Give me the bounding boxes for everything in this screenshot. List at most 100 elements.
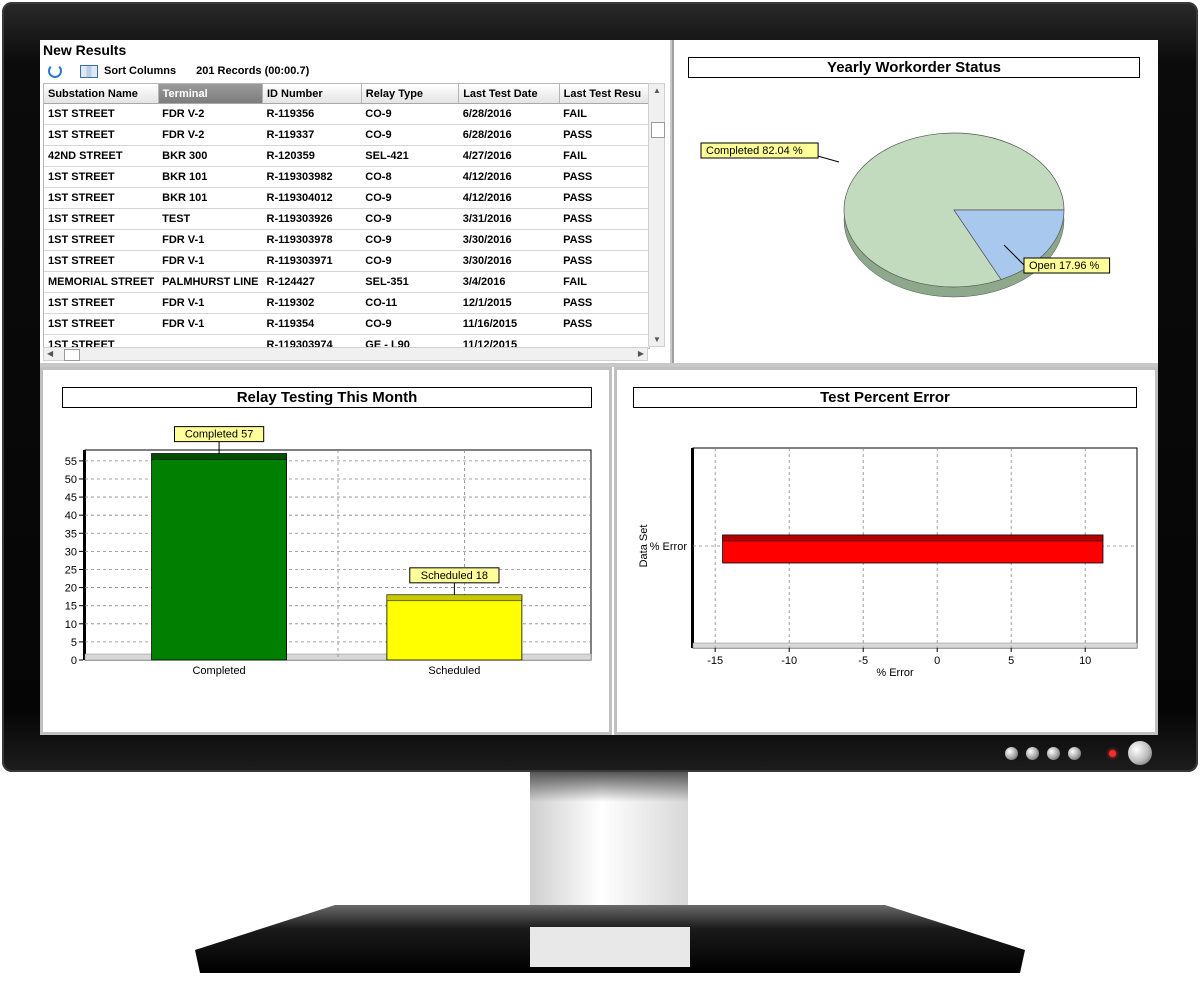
table-row[interactable]: 1ST STREET FDR V-2 R-119337 CO-9 6/28/2016 PA… (44, 124, 649, 146)
y-tick-label: 0 (71, 655, 77, 667)
table-cell: CO-8 (361, 166, 459, 188)
results-grid: Substation Name Terminal ID Number Relay Ty… (43, 83, 650, 349)
table-cell: R-124427 (262, 271, 362, 293)
columns-icon[interactable] (80, 64, 98, 78)
table-cell: R-119337 (262, 124, 362, 146)
scroll-thumb[interactable] (64, 349, 80, 361)
table-cell: PASS (559, 208, 649, 230)
y-axis (83, 450, 86, 660)
y-tick-label: 25 (65, 564, 77, 576)
data-label: Completed 57 (185, 429, 254, 441)
table-cell: 1ST STREET (44, 208, 159, 230)
pie-slice-label: Completed 82.04 % (706, 145, 803, 157)
y-tick-label: 30 (65, 546, 77, 558)
y-tick-label: 5 (71, 637, 77, 649)
x-axis-label: % Error (876, 667, 914, 679)
bar (151, 453, 287, 661)
table-cell: PASS (559, 292, 649, 314)
column-header[interactable]: Last Test Resu (559, 84, 649, 104)
x-tick-label: -15 (707, 655, 723, 667)
refresh-icon[interactable] (48, 64, 62, 78)
table-cell: BKR 101 (158, 187, 263, 209)
horizontal-scrollbar[interactable]: ◀ ▶ (43, 347, 648, 361)
table-cell: R-119304012 (262, 187, 362, 209)
bar-top (386, 594, 523, 602)
results-panel: New Results Sort Columns 201 Records (00… (40, 40, 674, 363)
table-cell: FDR V-2 (158, 103, 263, 125)
x-tick-label: Completed (192, 665, 245, 677)
scroll-right-icon[interactable]: ▶ (638, 349, 644, 358)
table-cell: 6/28/2016 (458, 103, 560, 125)
table-cell: 3/30/2016 (458, 250, 560, 272)
monitor-button[interactable] (1047, 746, 1060, 760)
scroll-left-icon[interactable]: ◀ (47, 349, 53, 358)
table-cell: PALMHURST LINE (158, 271, 263, 293)
y-axis-label: Data Set (638, 525, 650, 568)
y-tick-label: 55 (65, 456, 77, 468)
table-cell: BKR 101 (158, 166, 263, 188)
table-cell: CO-9 (361, 250, 459, 272)
monitor-button[interactable] (1005, 746, 1018, 760)
column-header[interactable]: Terminal (158, 84, 264, 104)
bar-chart: 0 5 10 15 20 25 30 35 40 45 50 55 Completed Completed… (65, 426, 592, 677)
monitor-base (195, 905, 1025, 973)
table-cell: PASS (559, 124, 649, 146)
table-cell: FDR V-1 (158, 292, 263, 314)
table-cell: 3/30/2016 (458, 229, 560, 251)
column-header[interactable]: Last Test Date (458, 84, 560, 104)
table-row[interactable]: 1ST STREET FDR V-1 R-119303978 CO-9 3/30/201… (44, 229, 649, 251)
table-row[interactable]: 42ND STREET BKR 300 R-120359 SEL-421 4/27/20… (44, 145, 649, 167)
table-cell: 3/31/2016 (458, 208, 560, 230)
bar (386, 594, 523, 661)
scroll-up-icon[interactable]: ▲ (653, 86, 661, 95)
x-tick-label: -10 (781, 655, 797, 667)
table-cell: 4/12/2016 (458, 166, 560, 188)
table-row[interactable]: 1ST STREET FDR V-2 R-119356 CO-9 6/28/2016 FA… (44, 103, 649, 125)
vertical-scrollbar[interactable]: ▲ ▼ (648, 83, 665, 347)
table-cell: 1ST STREET (44, 187, 159, 209)
table-row[interactable]: 1ST STREET FDR V-1 R-119303971 CO-9 3/30/201… (44, 250, 649, 272)
table-cell: R-119303926 (262, 208, 362, 230)
y-tick-label: 20 (65, 583, 77, 595)
table-row[interactable]: MEMORIAL STREET PALMHURST LINE R-124427 SEL… (44, 271, 649, 293)
scroll-down-icon[interactable]: ▼ (653, 335, 661, 344)
column-header[interactable]: ID Number (262, 84, 362, 104)
bar-top (151, 453, 287, 460)
table-row[interactable]: 1ST STREET BKR 101 R-119303982 CO-8 4/12/201… (44, 166, 649, 188)
column-header[interactable]: Substation Name (44, 84, 159, 104)
table-cell: CO-9 (361, 313, 459, 335)
y-tick-label: 45 (65, 492, 77, 504)
y-tick-label: 50 (65, 474, 77, 486)
table-row[interactable]: 1ST STREET FDR V-1 R-119354 CO-9 11/16/2015 P… (44, 313, 649, 335)
x-tick-label: 10 (1079, 655, 1091, 667)
monitor-button[interactable] (1068, 746, 1081, 760)
pie-chart: Completed 82.04 % Open 17.96 % (700, 132, 1111, 298)
pie-slice-label: Open 17.96 % (1029, 260, 1100, 272)
record-count: 201 Records (00:00.7) (196, 65, 310, 77)
table-row[interactable]: 1ST STREET TEST R-119303926 CO-9 3/31/2016 PA… (44, 208, 649, 230)
table-cell: CO-9 (361, 229, 459, 251)
table-cell: FAIL (559, 271, 649, 293)
table-row[interactable]: 1ST STREET BKR 101 R-119304012 CO-9 4/12/201… (44, 187, 649, 209)
table-cell: BKR 300 (158, 145, 263, 167)
column-header[interactable]: Relay Type (361, 84, 460, 104)
table-cell: R-119303982 (262, 166, 362, 188)
table-cell: FAIL (559, 103, 649, 125)
monitor-button[interactable] (1026, 746, 1039, 760)
y-tick-label: 40 (65, 510, 77, 522)
results-toolbar: Sort Columns 201 Records (00:00.7) (48, 62, 309, 80)
error-bar-top (722, 534, 1104, 542)
table-cell: CO-9 (361, 124, 459, 146)
table-cell: PASS (559, 229, 649, 251)
table-cell: FDR V-1 (158, 250, 263, 272)
monitor: New Results Sort Columns 201 Records (00… (0, 0, 1200, 981)
table-cell: 42ND STREET (44, 145, 159, 167)
table-cell: 1ST STREET (44, 166, 159, 188)
sort-columns-button[interactable]: Sort Columns (104, 65, 176, 77)
error-chart: -15 -10 -5 0 5 10% Error% ErrorData Set (638, 447, 1138, 679)
table-cell: 3/4/2016 (458, 271, 560, 293)
power-button[interactable] (1128, 741, 1152, 765)
scroll-thumb[interactable] (651, 122, 665, 138)
table-cell: PASS (559, 166, 649, 188)
table-row[interactable]: 1ST STREET FDR V-1 R-119302 CO-11 12/1/2015 P… (44, 292, 649, 314)
